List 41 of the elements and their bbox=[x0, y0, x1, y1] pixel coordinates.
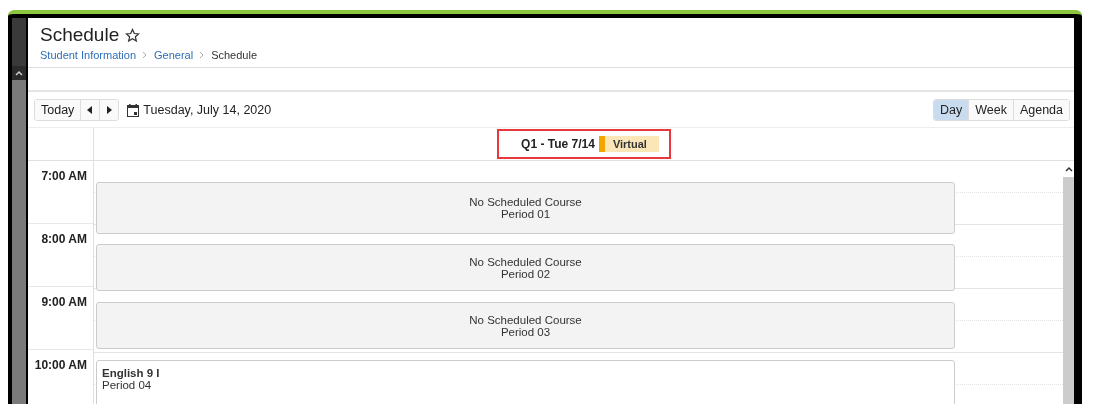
view-tab[interactable]: Day bbox=[933, 100, 970, 120]
tag-stripe bbox=[598, 136, 605, 152]
day-tag: Virtual bbox=[604, 136, 659, 152]
view-tab[interactable]: Week bbox=[969, 100, 1014, 120]
view-tab[interactable]: Agenda bbox=[1013, 100, 1069, 120]
empty-period-block[interactable]: No Scheduled Course Period 02 bbox=[96, 244, 955, 291]
breadcrumb-link[interactable]: Student Information bbox=[40, 49, 136, 61]
sidebar-panel bbox=[12, 18, 26, 66]
previous-button[interactable] bbox=[81, 100, 101, 120]
day-header: Q1 - Tue 7/14 bbox=[521, 137, 595, 151]
chevron-right-icon bbox=[199, 49, 206, 61]
current-date: Tuesday, July 14, 2020 bbox=[143, 103, 272, 117]
event-title: No Scheduled Course bbox=[469, 313, 582, 326]
empty-period-block[interactable]: No Scheduled Course Period 01 bbox=[96, 182, 955, 234]
today-button[interactable]: Today bbox=[35, 100, 82, 120]
breadcrumb-current: Schedule bbox=[211, 49, 258, 61]
star-icon[interactable] bbox=[125, 27, 141, 43]
event-period: Period 01 bbox=[500, 208, 551, 220]
hour-label: 8:00 AM bbox=[28, 224, 93, 287]
chevron-right-icon bbox=[142, 49, 148, 61]
event-title: English 9 I bbox=[102, 367, 160, 379]
scrollbar[interactable] bbox=[1063, 161, 1074, 404]
event-period: Period 04 bbox=[102, 379, 152, 391]
event-title: No Scheduled Course bbox=[469, 196, 582, 208]
event-title: No Scheduled Course bbox=[469, 255, 582, 268]
collapse-button[interactable] bbox=[12, 66, 26, 80]
triangle-right-icon bbox=[106, 106, 113, 114]
event-period: Period 03 bbox=[500, 325, 551, 338]
breadcrumb-link[interactable]: General bbox=[154, 49, 194, 61]
course-block[interactable]: English 9 I Period 04 bbox=[96, 360, 955, 404]
page-title: Schedule bbox=[40, 24, 120, 46]
calendar-icon[interactable] bbox=[127, 103, 140, 117]
event-period: Period 02 bbox=[500, 267, 551, 280]
triangle-left-icon bbox=[87, 106, 94, 114]
hour-label: 10:00 AM bbox=[28, 350, 93, 404]
hour-label: 9:00 AM bbox=[28, 287, 93, 350]
chevron-up-icon bbox=[15, 70, 23, 76]
chevron-up-icon bbox=[1064, 166, 1073, 172]
hour-label: 7:00 AM bbox=[28, 161, 93, 224]
next-button[interactable] bbox=[100, 100, 119, 120]
empty-period-block[interactable]: No Scheduled Course Period 03 bbox=[96, 302, 955, 349]
